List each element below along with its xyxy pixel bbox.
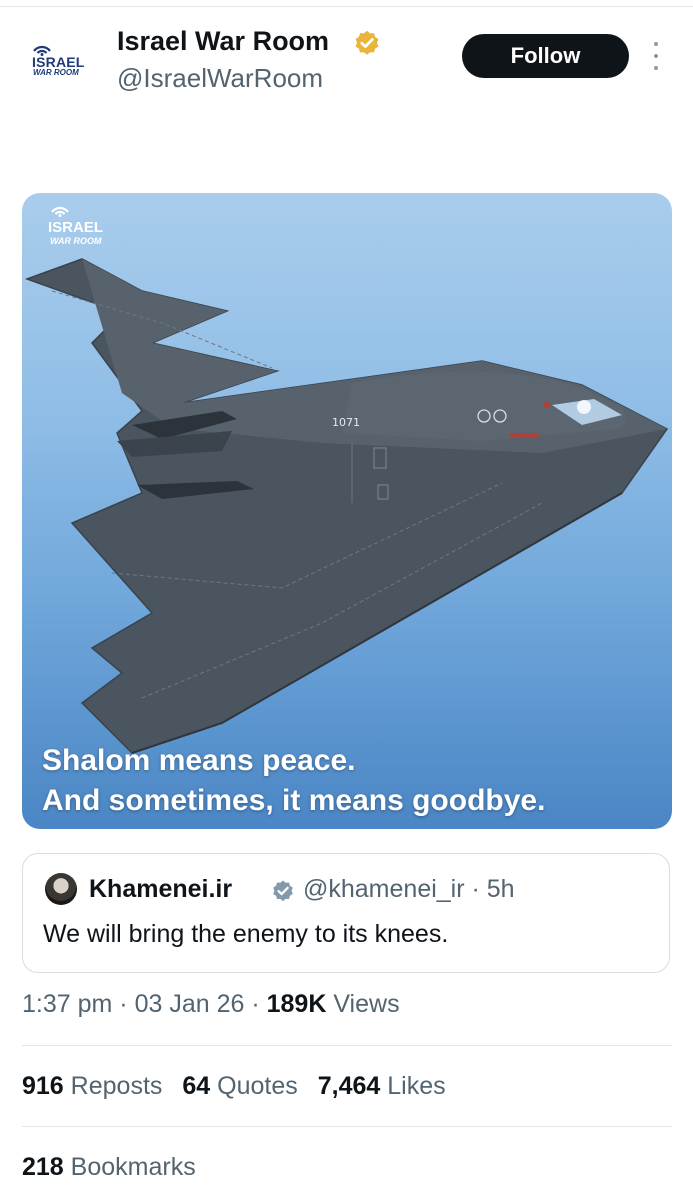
quoted-age: 5h bbox=[486, 875, 515, 903]
views-count: 189K bbox=[266, 990, 327, 1018]
avatar-logo-subtext: WAR ROOM bbox=[33, 68, 79, 77]
post-date[interactable]: 03 Jan 26 bbox=[135, 990, 245, 1018]
quotes-stat[interactable]: 64 Quotes bbox=[182, 1072, 297, 1100]
reposts-count: 916 bbox=[22, 1072, 64, 1100]
verified-badge-icon[interactable] bbox=[353, 29, 381, 57]
post-meta: 1:37 pm · 03 Jan 26 · 189K Views bbox=[22, 990, 400, 1018]
quotes-label: Quotes bbox=[217, 1072, 298, 1100]
bookmarks-label: Bookmarks bbox=[70, 1153, 196, 1181]
author-handle[interactable]: @IsraelWarRoom bbox=[117, 63, 323, 94]
likes-label: Likes bbox=[387, 1072, 446, 1100]
top-divider bbox=[0, 6, 693, 7]
likes-count: 7,464 bbox=[317, 1072, 381, 1100]
caption-line-2: And sometimes, it means goodbye. bbox=[42, 784, 546, 817]
divider bbox=[22, 1045, 672, 1046]
views-label: Views bbox=[333, 990, 400, 1018]
quoted-avatar bbox=[45, 873, 77, 905]
quoted-handle: @khamenei_ir bbox=[303, 875, 465, 903]
author-avatar[interactable]: ISRAEL WAR ROOM bbox=[26, 36, 88, 98]
tail-number: 1071 bbox=[332, 416, 360, 429]
stealth-bomber-illustration: 1071 bbox=[24, 258, 669, 754]
quoted-text: We will bring the enemy to its knees. bbox=[43, 920, 449, 948]
post-time[interactable]: 1:37 pm bbox=[22, 990, 112, 1018]
reposts-label: Reposts bbox=[70, 1072, 163, 1100]
quotes-count: 64 bbox=[182, 1072, 211, 1100]
watermark-text: ISRAEL bbox=[48, 219, 104, 236]
follow-button[interactable]: Follow bbox=[462, 34, 629, 78]
watermark-subtext: WAR ROOM bbox=[50, 236, 102, 246]
bookmarks-stat[interactable]: 218 Bookmarks bbox=[22, 1153, 196, 1182]
more-options-icon[interactable] bbox=[650, 42, 662, 70]
likes-stat[interactable]: 7,464 Likes bbox=[318, 1072, 446, 1100]
divider bbox=[22, 1126, 672, 1127]
image-caption: Shalom means peace. And sometimes, it me… bbox=[42, 741, 545, 821]
caption-line-1: Shalom means peace. bbox=[42, 744, 356, 777]
reposts-stat[interactable]: 916 Reposts bbox=[22, 1072, 162, 1100]
broadcast-icon bbox=[51, 206, 69, 217]
quoted-handle-line: @khamenei_ir · 5h bbox=[303, 875, 515, 903]
engagement-stats: 916 Reposts 64 Quotes 7,464 Likes bbox=[22, 1072, 446, 1101]
quoted-post[interactable]: Khamenei.ir @khamenei_ir · 5h We will br… bbox=[22, 853, 670, 973]
verified-badge-icon bbox=[273, 880, 293, 902]
bookmarks-count: 218 bbox=[22, 1153, 64, 1181]
quoted-author-name: Khamenei.ir bbox=[89, 875, 233, 903]
author-name[interactable]: Israel War Room bbox=[117, 26, 329, 57]
post-image[interactable]: 1071 ISRAEL WAR ROOM Shalom means peace.… bbox=[22, 193, 672, 829]
